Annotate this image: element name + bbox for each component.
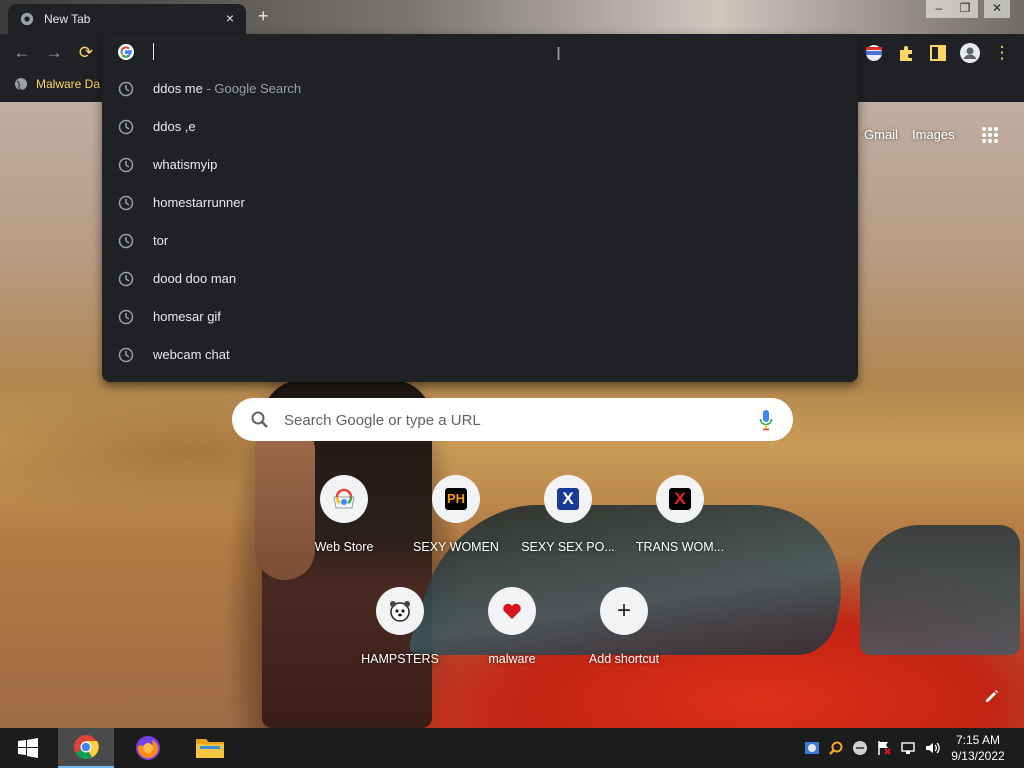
clock-time: 7:15 AM — [955, 733, 1001, 747]
suggestion-text: webcam chat — [153, 347, 230, 362]
suggestion-item[interactable]: whatismyip — [102, 146, 858, 184]
tray-network-app-icon[interactable] — [804, 740, 820, 756]
chrome-favicon-icon — [20, 12, 34, 26]
windows-logo-icon — [18, 738, 38, 758]
reload-button[interactable]: ⟳ — [75, 42, 97, 64]
shortcut-hampsters[interactable]: HAMPSTERS — [344, 587, 456, 687]
tray-volume-icon[interactable] — [924, 740, 940, 756]
tab-close-icon[interactable]: × — [222, 10, 238, 26]
shortcut-label: TRANS WOM... — [635, 540, 725, 554]
maximize-button[interactable]: ❐ — [952, 0, 978, 18]
suggestion-item[interactable]: tor — [102, 222, 858, 260]
microphone-icon[interactable] — [759, 409, 773, 431]
shortcut-malware[interactable]: malware — [456, 587, 568, 687]
history-clock-icon — [118, 271, 134, 287]
new-tab-button[interactable]: + — [258, 6, 269, 27]
forward-button[interactable]: → — [43, 42, 65, 64]
suggestion-item[interactable]: homesar gif — [102, 298, 858, 336]
suggestion-text: tor — [153, 233, 169, 248]
tab-title: New Tab — [44, 12, 91, 26]
gmail-link[interactable]: Gmail — [864, 127, 898, 142]
suggestion-item[interactable]: homestarrunner — [102, 184, 858, 222]
web-store-icon — [320, 475, 368, 523]
shortcut-web-store[interactable]: Web Store — [288, 475, 400, 575]
x-site-icon: X — [544, 475, 592, 523]
google-apps-grid-icon[interactable] — [981, 126, 999, 144]
tray-action-center-flag-icon[interactable] — [876, 740, 892, 756]
history-clock-icon — [118, 119, 134, 135]
suggestion-item[interactable]: dood doo man — [102, 260, 858, 298]
side-panel-icon[interactable] — [928, 43, 948, 63]
shortcut-sexy-sex-po[interactable]: X SEXY SEX PO... — [512, 475, 624, 575]
shortcut-trans-wom[interactable]: X TRANS WOM... — [624, 475, 736, 575]
bookmark-label: Malware Da — [36, 77, 101, 91]
minimize-button[interactable]: – — [926, 0, 952, 18]
suggestion-text: ddos me — [153, 81, 203, 96]
close-window-button[interactable]: ✕ — [984, 0, 1010, 18]
chrome-menu-button[interactable]: ⋮ — [991, 42, 1013, 64]
suggestion-text: dood doo man — [153, 271, 237, 286]
shortcut-label: Add shortcut — [588, 652, 660, 666]
taskbar-chrome[interactable] — [58, 728, 114, 768]
history-clock-icon — [118, 309, 134, 325]
shortcut-label: HAMPSTERS — [361, 652, 439, 666]
suggestion-item[interactable]: ddos ,e — [102, 108, 858, 146]
tray-search-icon[interactable] — [828, 740, 844, 756]
omnibox-input[interactable]: I — [102, 34, 858, 70]
x-site-icon: X — [656, 475, 704, 523]
shortcut-sexy-women[interactable]: PH SEXY WOMEN — [400, 475, 512, 575]
clock-date: 9/13/2022 — [951, 749, 1005, 763]
ntp-search-box[interactable]: Search Google or type a URL — [232, 398, 793, 441]
shortcut-label: SEXY WOMEN — [413, 540, 499, 554]
customize-pencil-icon[interactable] — [984, 688, 1000, 704]
search-icon — [251, 411, 268, 428]
folder-icon — [196, 739, 224, 758]
suggestion-text: homesar gif — [153, 309, 221, 324]
tab-new-tab[interactable]: New Tab × — [8, 4, 246, 34]
plus-icon: + — [600, 587, 648, 635]
tray-app-icon[interactable] — [852, 740, 868, 756]
history-clock-icon — [118, 157, 134, 173]
chrome-icon — [74, 735, 99, 760]
history-clock-icon — [118, 195, 134, 211]
taskbar-file-explorer[interactable] — [182, 728, 238, 768]
bookmark-malware[interactable]: Malware Da — [14, 77, 100, 91]
suggestion-text: ddos ,e — [153, 119, 196, 134]
ph-site-icon: PH — [432, 475, 480, 523]
google-g-icon — [118, 44, 134, 60]
mouse-ibeam-cursor: I — [556, 44, 562, 64]
suggestion-subtext: - Google Search — [202, 81, 302, 96]
extensions-puzzle-icon[interactable] — [896, 43, 916, 63]
window-title-bar: New Tab × + – ❐ ✕ — [0, 0, 1024, 34]
extension-flag-icon[interactable] — [864, 43, 884, 63]
suggestion-item[interactable]: ddos me - Google Search — [102, 70, 858, 108]
add-shortcut-button[interactable]: + Add shortcut — [568, 587, 680, 687]
omnibox-dropdown: I ddos me - Google Search ddos ,e whatis… — [102, 34, 858, 382]
text-cursor — [153, 43, 154, 60]
history-clock-icon — [118, 233, 134, 249]
shortcut-label: SEXY SEX PO... — [521, 540, 615, 554]
shortcut-label: Web Store — [314, 540, 374, 554]
background-car-window-rear — [860, 525, 1020, 655]
windows-taskbar: 7:15 AM 9/13/2022 — [0, 728, 1024, 768]
suggestion-item[interactable]: webcam chat — [102, 336, 858, 374]
history-clock-icon — [118, 347, 134, 363]
tray-network-icon[interactable] — [900, 740, 916, 756]
back-button[interactable]: ← — [11, 42, 33, 64]
images-link[interactable]: Images — [912, 127, 955, 142]
suggestion-text: whatismyip — [153, 157, 218, 172]
taskbar-firefox[interactable] — [120, 728, 176, 768]
heart-icon — [488, 587, 536, 635]
suggestion-text: homestarrunner — [153, 195, 245, 210]
globe-icon — [15, 78, 27, 91]
taskbar-clock[interactable]: 7:15 AM 9/13/2022 — [944, 732, 1012, 764]
search-placeholder: Search Google or type a URL — [284, 412, 481, 429]
firefox-icon — [136, 736, 160, 760]
start-button[interactable] — [0, 728, 56, 768]
history-clock-icon — [118, 81, 134, 97]
shortcut-label: malware — [488, 652, 536, 666]
profile-avatar-icon[interactable] — [960, 43, 980, 63]
hamster-icon — [376, 587, 424, 635]
